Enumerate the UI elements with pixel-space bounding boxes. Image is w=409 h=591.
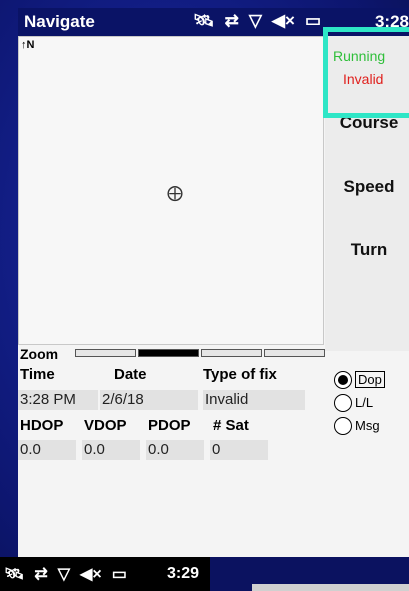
north-indicator: ↑N [21,39,35,51]
sat-label: # Sat [213,417,249,434]
pdop-value: 0.0 [146,440,204,460]
pdop-label: PDOP [148,417,191,434]
satellite-icon: 🛰 [193,11,215,30]
date-label: Date [114,366,147,383]
status-icons: 🛰 ⇄ ▽ ◀× ▭ [193,11,321,31]
speed-button[interactable]: Speed [333,177,405,197]
main-panel: ↑N ⨁ Running Invalid Course Speed Turn Z… [18,27,409,559]
battery-icon: ▭ [111,566,127,583]
status-highlight [323,27,409,118]
map-view[interactable]: ↑N ⨁ [18,36,324,345]
sync-icon: ⇄ [34,566,48,583]
zoom-label: Zoom [20,346,59,362]
hdop-label: HDOP [20,417,64,434]
zoom-segment-2[interactable] [138,349,199,357]
turn-button[interactable]: Turn [333,240,405,260]
radio-dop-label[interactable]: Dop [355,371,385,388]
taskbar-strip [252,584,409,591]
vdop-label: VDOP [84,417,127,434]
time-value: 3:28 PM [18,390,98,410]
zoom-segment-3[interactable] [201,349,262,357]
vdop-value: 0.0 [82,440,140,460]
radio-msg[interactable] [334,417,352,435]
date-value: 2/6/18 [100,390,198,410]
fix-type-label: Type of fix [203,366,277,383]
time-label: Time [20,366,55,383]
sat-value: 0 [210,440,268,460]
no-signal-icon: ▽ [57,566,71,583]
no-signal-icon: ▽ [248,11,262,30]
crosshair-icon: ⨁ [167,185,183,202]
taskbar-icons: 🛰 ⇄ ▽ ◀× ▭ [4,564,127,584]
radio-dop[interactable] [334,371,352,389]
volume-muted-icon: ◀× [80,566,102,583]
sync-icon: ⇄ [224,11,239,30]
radio-msg-label[interactable]: Msg [355,418,380,433]
hdop-value: 0.0 [18,440,76,460]
battery-icon: ▭ [304,11,321,30]
taskbar: 🛰 ⇄ ▽ ◀× ▭ 3:29 [0,557,409,591]
zoom-segment-1[interactable] [75,349,136,357]
app-title: Navigate [24,12,95,31]
zoom-segment-4[interactable] [264,349,325,357]
radio-ll-label[interactable]: L/L [355,395,373,410]
fix-type-value: Invalid [203,390,305,410]
satellite-icon: 🛰 [4,566,25,583]
taskbar-time: 3:29 [167,565,200,582]
volume-muted-icon: ◀× [271,11,295,30]
radio-ll[interactable] [334,394,352,412]
taskbar-status: 🛰 ⇄ ▽ ◀× ▭ 3:29 [0,557,210,591]
